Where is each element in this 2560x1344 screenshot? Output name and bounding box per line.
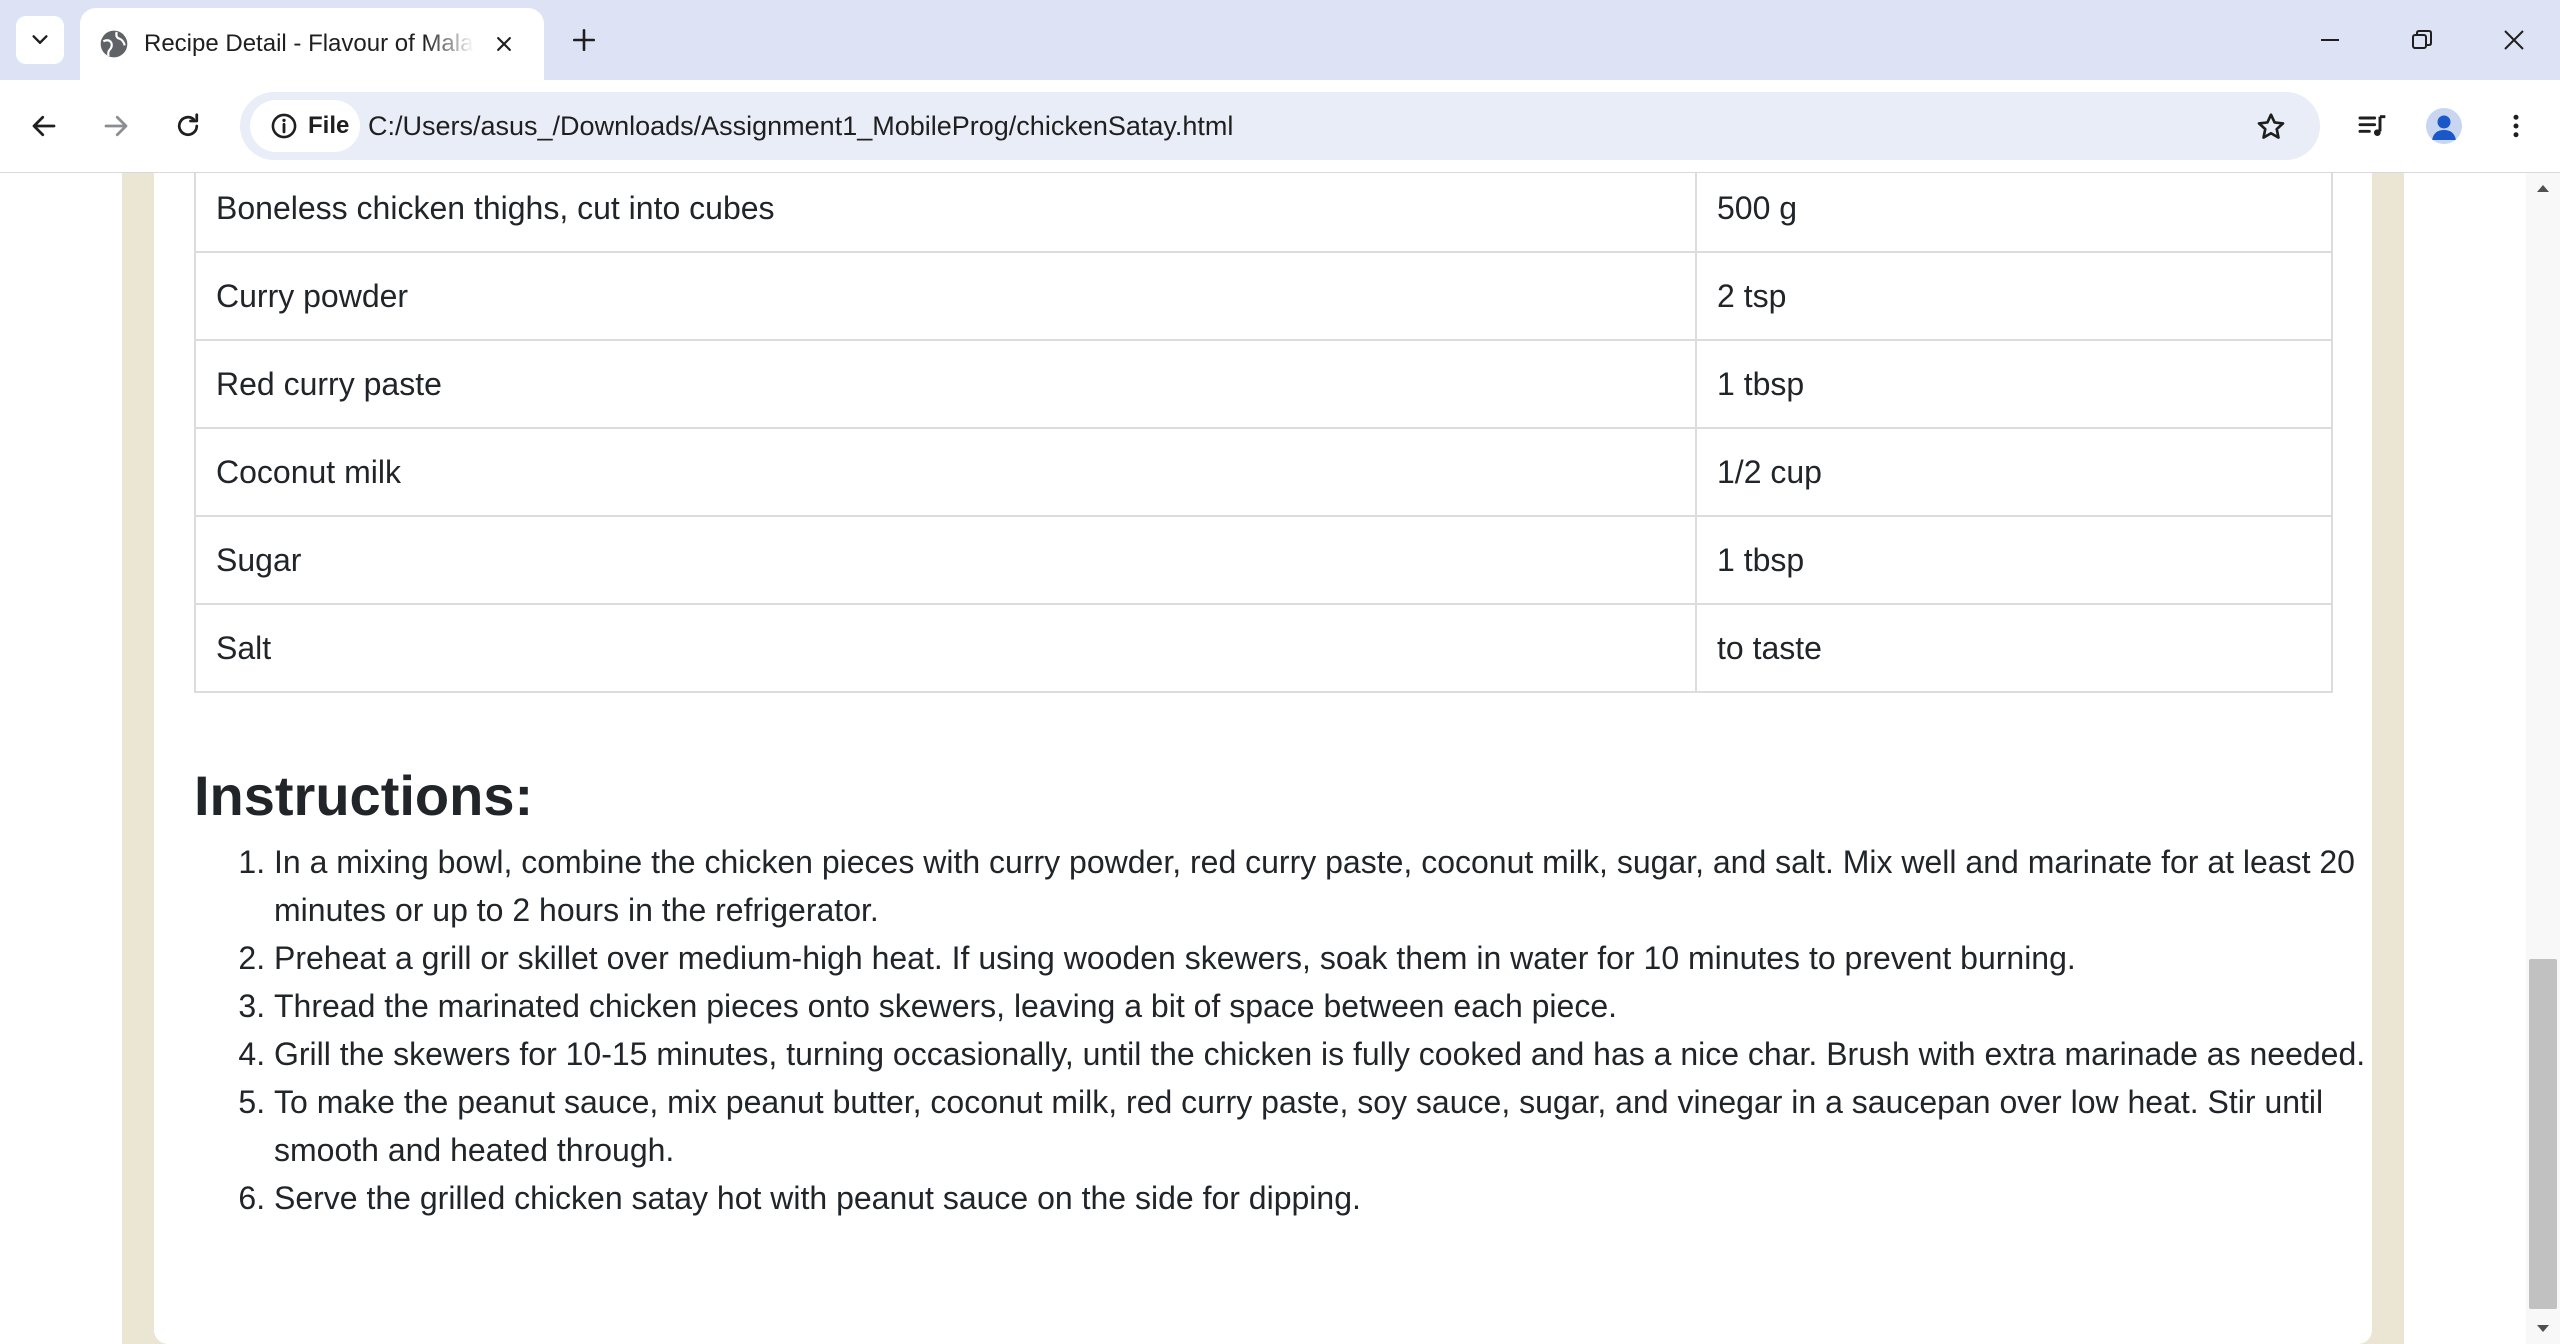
table-row: Sugar 1 tbsp <box>194 515 2333 605</box>
scroll-down-arrow[interactable] <box>2526 1314 2560 1344</box>
arrow-left-icon <box>32 115 56 137</box>
menu-button[interactable] <box>2492 102 2540 150</box>
scroll-up-arrow[interactable] <box>2526 173 2560 203</box>
instruction-step: Serve the grilled chicken satay hot with… <box>274 1174 2414 1222</box>
back-button[interactable] <box>20 102 68 150</box>
ingredient-quantity: 1/2 cup <box>1695 427 2333 517</box>
site-info-label: File <box>308 112 350 139</box>
chevron-down-icon <box>32 35 48 44</box>
more-vertical-icon <box>2513 114 2519 138</box>
reload-icon <box>177 113 199 137</box>
scrollbar-thumb[interactable] <box>2529 959 2557 1309</box>
ingredient-name: Coconut milk <box>194 427 1697 517</box>
instructions-heading: Instructions: <box>194 764 534 827</box>
tab-title: Recipe Detail - Flavour of Malaysia <box>144 30 474 57</box>
table-row: Curry powder 2 tsp <box>194 251 2333 341</box>
ingredient-quantity: to taste <box>1695 603 2333 693</box>
table-row: Salt to taste <box>194 603 2333 693</box>
tab-search-button[interactable] <box>16 16 64 64</box>
table-row: Coconut milk 1/2 cup <box>194 427 2333 517</box>
globe-icon <box>100 30 128 58</box>
ingredient-name: Red curry paste <box>194 339 1697 429</box>
instruction-step: Thread the marinated chicken pieces onto… <box>274 982 2414 1030</box>
ingredient-quantity: 2 tsp <box>1695 251 2333 341</box>
restore-icon <box>2412 30 2432 49</box>
tab-close-button[interactable] <box>488 28 520 60</box>
ingredient-quantity: 1 tbsp <box>1695 339 2333 429</box>
triangle-down-icon <box>2537 1325 2549 1332</box>
arrow-right-icon <box>104 115 128 137</box>
table-row: Boneless chicken thighs, cut into cubes … <box>194 173 2333 253</box>
ingredient-name: Salt <box>194 603 1697 693</box>
ingredient-name: Boneless chicken thighs, cut into cubes <box>194 173 1697 253</box>
browser-toolbar: File C:/Users/asus_/Downloads/Assignment… <box>0 80 2560 173</box>
media-controls-button[interactable] <box>2348 102 2396 150</box>
close-icon <box>2504 30 2524 50</box>
instruction-step: In a mixing bowl, combine the chicken pi… <box>274 838 2414 934</box>
minimize-button[interactable] <box>2306 16 2354 64</box>
instructions-list: In a mixing bowl, combine the chicken pi… <box>194 838 2414 1222</box>
close-icon <box>497 37 511 51</box>
ingredient-quantity: 500 g <box>1695 173 2333 253</box>
restore-button[interactable] <box>2398 16 2446 64</box>
window-close-button[interactable] <box>2490 16 2538 64</box>
avatar-icon <box>2426 108 2462 144</box>
new-tab-button[interactable] <box>562 18 606 62</box>
page-viewport: Boneless chicken thighs, cut into cubes … <box>0 173 2526 1344</box>
url-text[interactable]: C:/Users/asus_/Downloads/Assignment1_Mob… <box>368 92 1233 160</box>
active-tab[interactable]: Recipe Detail - Flavour of Malaysia <box>80 8 544 80</box>
profile-button[interactable] <box>2420 102 2468 150</box>
instruction-step: Preheat a grill or skillet over medium-h… <box>274 934 2414 982</box>
star-icon <box>2257 113 2285 139</box>
reload-button[interactable] <box>164 102 212 150</box>
recipe-card: Boneless chicken thighs, cut into cubes … <box>154 173 2372 1344</box>
address-bar[interactable]: File C:/Users/asus_/Downloads/Assignment… <box>240 92 2320 160</box>
ingredient-name: Sugar <box>194 515 1697 605</box>
bookmark-button[interactable] <box>2250 106 2292 148</box>
minimize-icon <box>2321 39 2339 41</box>
instruction-step: Grill the skewers for 10-15 minutes, tur… <box>274 1030 2414 1078</box>
ingredient-quantity: 1 tbsp <box>1695 515 2333 605</box>
triangle-up-icon <box>2537 185 2549 192</box>
playlist-icon <box>2358 115 2386 136</box>
instruction-step: To make the peanut sauce, mix peanut but… <box>274 1078 2414 1174</box>
ingredient-name: Curry powder <box>194 251 1697 341</box>
forward-button[interactable] <box>92 102 140 150</box>
ingredients-table: Boneless chicken thighs, cut into cubes … <box>194 173 2333 693</box>
info-icon <box>271 113 297 139</box>
plus-icon <box>572 28 596 52</box>
vertical-scrollbar[interactable] <box>2526 173 2560 1344</box>
tab-strip: Recipe Detail - Flavour of Malaysia <box>0 0 2560 80</box>
table-row: Red curry paste 1 tbsp <box>194 339 2333 429</box>
